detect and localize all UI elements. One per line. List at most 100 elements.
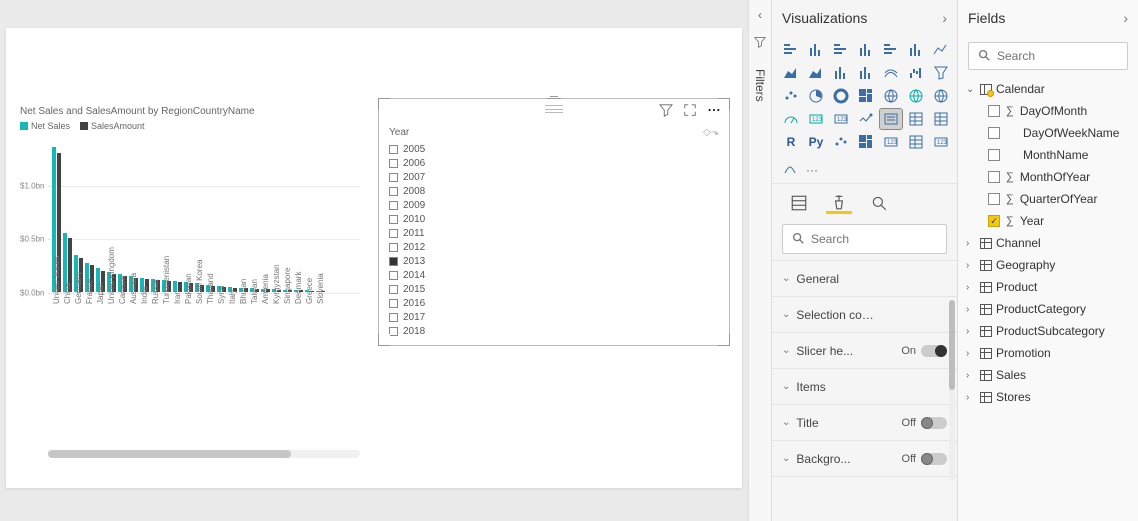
viz-type-100-stacked-column[interactable]	[905, 40, 927, 60]
slicer-item[interactable]: 2015	[389, 282, 719, 296]
checkbox[interactable]	[389, 229, 398, 238]
checkbox[interactable]	[988, 215, 1000, 227]
viz-type-funnel[interactable]	[930, 63, 952, 83]
table-productcategory[interactable]: ›ProductCategory	[964, 298, 1132, 320]
analytics-tab[interactable]	[866, 192, 892, 214]
checkbox[interactable]	[389, 313, 398, 322]
table-promotion[interactable]: ›Promotion	[964, 342, 1132, 364]
slicer-item[interactable]: 2016	[389, 296, 719, 310]
checkbox[interactable]	[988, 149, 1000, 161]
field-monthname[interactable]: MonthName	[964, 144, 1132, 166]
viz-type-stacked-bar[interactable]	[780, 40, 802, 60]
viz-type-map[interactable]	[880, 86, 902, 106]
eraser-icon[interactable]: ◇⬎	[703, 127, 719, 138]
viz-type-area[interactable]	[780, 63, 802, 83]
format-section[interactable]: ⌄Selection controls	[772, 297, 957, 333]
viz-type-100-stacked-bar[interactable]	[880, 40, 902, 60]
viz-type-multi-row-card[interactable]: 123	[830, 109, 852, 129]
viz-type-filled-map[interactable]	[905, 86, 927, 106]
format-section[interactable]: ⌄Slicer he...On	[772, 333, 957, 369]
format-section[interactable]: ⌄Backgro...Off	[772, 441, 957, 477]
resize-handle[interactable]	[378, 334, 390, 346]
checkbox[interactable]	[389, 271, 398, 280]
checkbox[interactable]	[988, 127, 1000, 139]
toggle[interactable]: On	[901, 345, 947, 357]
checkbox[interactable]	[389, 299, 398, 308]
collapse-viz-icon[interactable]: ›	[942, 10, 947, 26]
toggle[interactable]: Off	[902, 417, 947, 429]
expand-filters-icon[interactable]: ‹	[758, 8, 762, 22]
viz-type-stacked-area[interactable]	[805, 63, 827, 83]
checkbox[interactable]	[988, 105, 1000, 117]
slicer-item[interactable]: 2013	[389, 254, 719, 268]
viz-type-treemap[interactable]	[855, 86, 877, 106]
viz-type-scatter[interactable]	[780, 86, 802, 106]
slicer-item[interactable]: 2008	[389, 184, 719, 198]
slicer-field-header[interactable]: Year ◇⬎	[389, 125, 719, 142]
viz-type-powerapps[interactable]: 123	[930, 132, 952, 152]
viz-type-ribbon[interactable]	[880, 63, 902, 83]
field-dayofmonth[interactable]: ∑DayOfMonth	[964, 100, 1132, 122]
collapse-fields-icon[interactable]: ›	[1123, 10, 1128, 26]
drag-grip-icon[interactable]	[545, 105, 563, 113]
more-options-icon[interactable]	[707, 103, 721, 117]
slicer-item[interactable]: 2017	[389, 310, 719, 324]
format-tab[interactable]	[826, 192, 852, 214]
custom-viz-icon[interactable]	[782, 160, 798, 179]
slicer-item[interactable]: 2007	[389, 170, 719, 184]
fields-search-input[interactable]	[997, 49, 1138, 63]
table-channel[interactable]: ›Channel	[964, 232, 1132, 254]
checkbox[interactable]	[389, 145, 398, 154]
bar-chart-visual[interactable]: Net Sales and SalesAmount by RegionCount…	[20, 106, 360, 376]
viz-type-r-visual[interactable]: R	[780, 132, 802, 152]
viz-type-kpi[interactable]	[855, 109, 877, 129]
table-calendar[interactable]: ⌄Calendar	[964, 78, 1132, 100]
format-search[interactable]	[782, 224, 947, 254]
filters-pane-collapsed[interactable]: ‹ Filters	[748, 0, 772, 521]
viz-type-line[interactable]	[930, 40, 952, 60]
slicer-item[interactable]: 2009	[389, 198, 719, 212]
checkbox[interactable]	[389, 243, 398, 252]
more-viz-icon[interactable]: ···	[806, 163, 818, 177]
table-sales[interactable]: ›Sales	[964, 364, 1132, 386]
checkbox[interactable]	[389, 187, 398, 196]
slicer-item[interactable]: 2014	[389, 268, 719, 282]
viz-type-line-clustered-column[interactable]	[855, 63, 877, 83]
slicer-item[interactable]: 2005	[389, 142, 719, 156]
slicer-visual[interactable]: Year ◇⬎ 20052006200720082009201020112012…	[378, 98, 730, 346]
viz-type-clustered-bar[interactable]	[830, 40, 852, 60]
toggle[interactable]: Off	[902, 453, 947, 465]
format-section[interactable]: ⌄General	[772, 261, 957, 297]
slicer-item[interactable]: 2018	[389, 324, 719, 338]
chart-scrollbar[interactable]	[48, 450, 360, 458]
viz-type-key-influencers[interactable]	[830, 132, 852, 152]
format-section[interactable]: ⌄Items	[772, 369, 957, 405]
checkbox[interactable]	[988, 193, 1000, 205]
fields-tab[interactable]	[786, 192, 812, 214]
checkbox[interactable]	[389, 327, 398, 336]
format-section[interactable]: ⌄TitleOff	[772, 405, 957, 441]
resize-handle[interactable]	[718, 334, 730, 346]
viz-type-waterfall[interactable]	[905, 63, 927, 83]
viz-type-gauge[interactable]	[780, 109, 802, 129]
viz-type-table[interactable]	[905, 109, 927, 129]
viz-type-shape-map[interactable]	[930, 86, 952, 106]
slicer-item[interactable]: 2006	[389, 156, 719, 170]
viz-type-pie[interactable]	[805, 86, 827, 106]
field-year[interactable]: ∑Year	[964, 210, 1132, 232]
slicer-item[interactable]: 2011	[389, 226, 719, 240]
viz-type-card[interactable]: 123	[805, 109, 827, 129]
viz-type-stacked-column[interactable]	[805, 40, 827, 60]
format-scrollbar[interactable]	[949, 300, 955, 480]
viz-type-paginated[interactable]	[905, 132, 927, 152]
checkbox[interactable]	[389, 201, 398, 210]
checkbox[interactable]	[988, 171, 1000, 183]
viz-type-slicer[interactable]	[880, 109, 902, 129]
viz-type-clustered-column[interactable]	[855, 40, 877, 60]
table-stores[interactable]: ›Stores	[964, 386, 1132, 408]
filter-icon[interactable]	[659, 103, 673, 117]
field-quarterofyear[interactable]: ∑QuarterOfYear	[964, 188, 1132, 210]
checkbox[interactable]	[389, 257, 398, 266]
table-productsubcategory[interactable]: ›ProductSubcategory	[964, 320, 1132, 342]
table-geography[interactable]: ›Geography	[964, 254, 1132, 276]
